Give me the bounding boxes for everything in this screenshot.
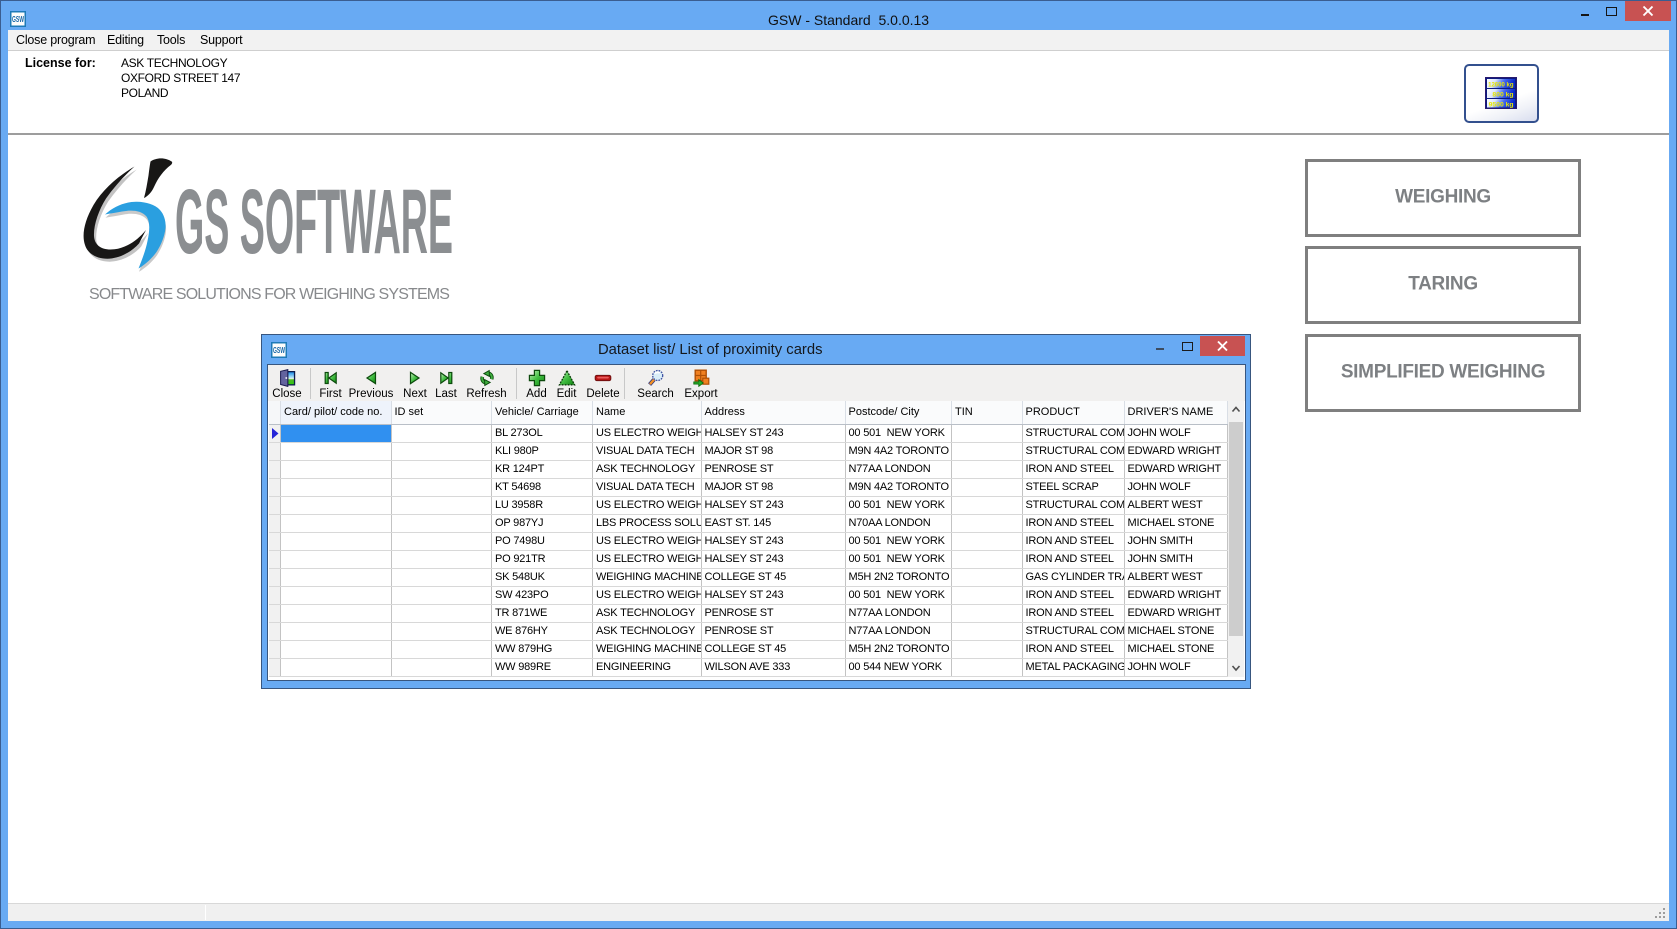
svg-text:GS SOFTWARE: GS SOFTWARE <box>175 180 453 260</box>
svg-text:GSW: GSW <box>12 15 24 24</box>
svg-text:800 kg: 800 kg <box>1492 92 1513 99</box>
svg-text:GSW: GSW <box>273 346 285 355</box>
svg-text:9500 kg: 9500 kg <box>1489 101 1514 108</box>
svg-text:12600 kg: 12600 kg <box>1488 82 1514 89</box>
